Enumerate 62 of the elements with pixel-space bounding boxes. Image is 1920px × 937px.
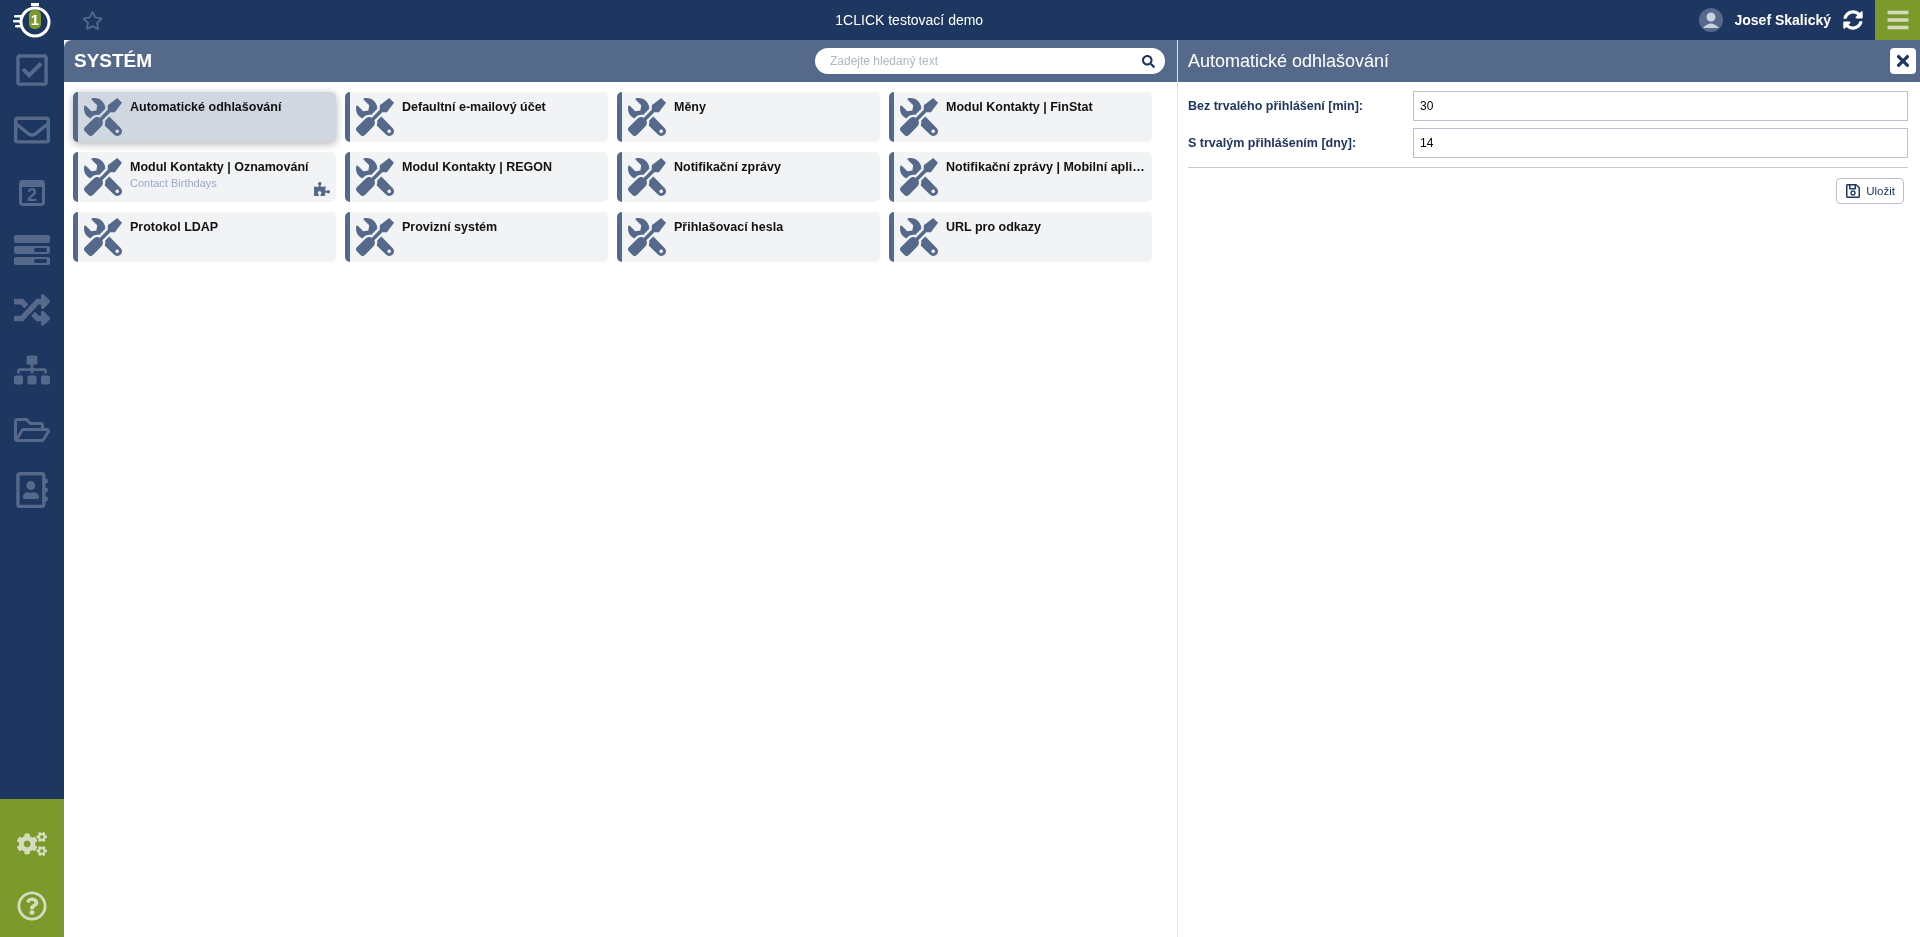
search-icon[interactable] [1142,54,1155,68]
settings-tile[interactable]: Modul Kontakty | FinStat [889,92,1152,142]
settings-tile[interactable]: Modul Kontakty | Oznamování Contact Birthdays [73,152,336,202]
settings-tile[interactable]: Defaultní e-mailový účet [345,92,608,142]
settings-tile[interactable]: Přihlašovací hesla [617,212,880,262]
menu-icon [1885,8,1910,32]
tools-icon [900,158,938,196]
tools-icon [628,218,666,256]
tile-title: Modul Kontakty | REGON [402,160,553,174]
field-label: Bez trvalého přihlášení [min]: [1188,99,1365,113]
tile-title: Modul Kontakty | FinStat [946,100,1093,114]
search-bar[interactable]: Zadejte hledaný text [815,48,1165,74]
input-field[interactable]: 14 [1413,128,1908,158]
settings-tile[interactable]: Notifikační zprávy [617,152,880,202]
tile-title: Měny [674,100,706,114]
settings-tile[interactable]: Modul Kontakty | REGON [345,152,608,202]
avatar-icon[interactable] [1698,7,1725,33]
help-icon[interactable] [17,891,47,921]
star-icon[interactable] [81,9,103,31]
save-icon [1845,183,1862,199]
panel-title: SYSTÉM [74,50,154,72]
settings-tile[interactable]: URL pro odkazy [889,212,1152,262]
close-button[interactable] [1890,48,1916,74]
tile-title: Provizní systém [402,220,498,234]
tools-icon [900,98,938,136]
tools-icon [356,158,394,196]
tile-subtitle: Contact Birthdays [130,177,218,189]
field-label: S trvalým přihlášením [dny]: [1188,136,1358,150]
tile-title: URL pro odkazy [946,220,1041,234]
settings-tile[interactable]: Automatické odhlašování [73,92,336,142]
settings-tile[interactable]: Notifikační zprávy | Mobilní apli… [889,152,1152,202]
refresh-icon[interactable] [1843,10,1863,30]
tile-title: Modul Kontakty | Oznamování [130,160,309,174]
settings-tile[interactable]: Provizní systém [345,212,608,262]
tools-icon [900,218,938,256]
tile-title: Defaultní e-mailový účet [402,100,546,114]
tools-icon [84,158,122,196]
tile-title: Přihlašovací hesla [674,220,784,234]
contact-book-icon[interactable] [14,472,50,508]
tile-title: Notifikační zprávy | Mobilní apli… [946,160,1145,174]
list-icon[interactable] [14,235,50,265]
tasks-icon[interactable] [14,52,50,88]
app-title: 1CLICK testovací demo [834,12,985,28]
close-icon [1894,52,1912,70]
tools-icon [628,98,666,136]
tools-icon [356,218,394,256]
menu-button[interactable] [1875,0,1920,40]
tools-icon [628,158,666,196]
tile-title: Automatické odhlašování [130,100,282,114]
panel-title: Automatické odhlašování [1188,50,1391,72]
settings-icon[interactable] [17,829,47,859]
tools-icon [84,98,122,136]
settings-tile[interactable]: Měny [617,92,880,142]
tile-title: Notifikační zprávy [674,160,781,174]
tile-title: Protokol LDAP [130,220,219,234]
tools-icon [356,98,394,136]
arrows-icon[interactable] [14,292,50,328]
input-field[interactable]: 30 [1413,91,1908,121]
tools-icon [84,218,122,256]
save-button[interactable]: Uložit [1836,178,1904,204]
settings-tile[interactable]: Protokol LDAP [73,212,336,262]
user-name[interactable]: Josef Skalický [1734,12,1831,28]
